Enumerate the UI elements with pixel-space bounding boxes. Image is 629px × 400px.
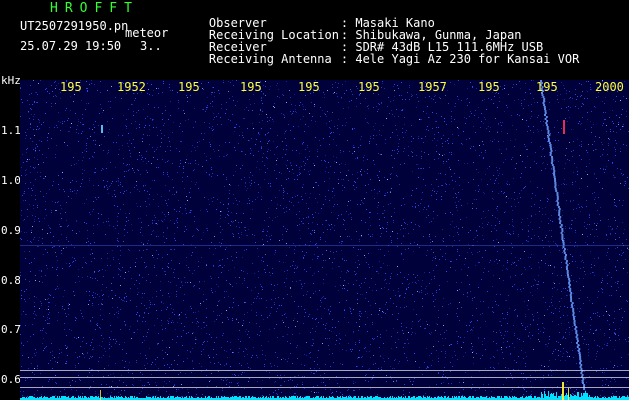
ref-line-2: [20, 377, 629, 378]
ref-line-3: [20, 387, 629, 388]
ref-line-1: [20, 370, 629, 371]
spectrogram-image: [20, 80, 629, 400]
x-tick-5: 195: [358, 80, 380, 94]
x-tick-6: 1957: [418, 80, 447, 94]
x-tick-1: 1952: [117, 80, 146, 94]
spike-1: [562, 382, 564, 400]
y-tick-0-8: 0.8: [1, 274, 21, 287]
header: HROFFT UT2507291950.pn meteor 25.07.29 1…: [0, 0, 629, 78]
x-tick-2: 195: [178, 80, 200, 94]
blip-right: [563, 120, 565, 134]
antenna-row: Receiving Antenna : 4ele Yagi Az 230 for …: [180, 41, 579, 77]
file-name: UT2507291950.pn: [20, 19, 129, 33]
x-tick-7: 195: [478, 80, 500, 94]
app-name: HROFFT: [50, 1, 139, 16]
y-tick-0-7: 0.7: [1, 323, 21, 336]
file-suffix: meteor: [125, 26, 169, 40]
y-tick-1-0: 1.0: [1, 174, 21, 187]
axis-unit: kHz: [1, 74, 21, 87]
noise-layer: [20, 80, 629, 400]
detection-count: 3..: [140, 39, 162, 53]
blip-left: [101, 125, 103, 133]
y-tick-0-6: 0.6: [1, 373, 21, 386]
spike-3: [100, 390, 101, 400]
timestamp: 25.07.29 19:50: [20, 39, 122, 53]
x-tick-0: 195: [60, 80, 82, 94]
x-tick-9: 2000: [595, 80, 624, 94]
x-tick-3: 195: [240, 80, 262, 94]
faint-band: [20, 245, 629, 246]
y-tick-0-9: 0.9: [1, 224, 21, 237]
x-tick-4: 195: [298, 80, 320, 94]
y-tick-1-1: 1.1: [1, 124, 21, 137]
x-tick-8: 195: [536, 80, 558, 94]
antenna-label: Receiving Antenna: [208, 52, 332, 66]
antenna-value: : 4ele Yagi Az 230 for Kansai VOR: [340, 52, 580, 66]
spike-2: [568, 388, 569, 400]
spectrogram-canvas: [20, 80, 629, 400]
